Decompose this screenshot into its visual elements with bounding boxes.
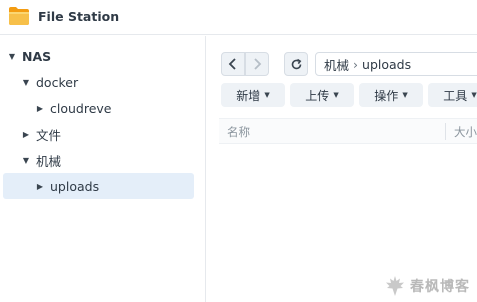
tree-item-nas[interactable]: ▼ NAS — [6, 43, 196, 69]
new-button[interactable]: 新增 ▼ — [221, 83, 285, 107]
caret-down-icon[interactable]: ▼ — [20, 78, 32, 87]
path-bar[interactable]: 机械 › uploads — [315, 52, 477, 76]
dropdown-caret-icon: ▼ — [471, 91, 477, 99]
tree-item-docker[interactable]: ▼ docker — [20, 69, 196, 95]
maple-leaf-icon — [386, 276, 404, 296]
refresh-icon — [291, 58, 301, 69]
path-separator-icon: › — [353, 56, 359, 72]
tree-item-uploads[interactable]: ▶ uploads — [3, 173, 194, 199]
chevron-right-icon — [254, 58, 262, 70]
folder-tree-sidebar: ▼ NAS ▼ docker ▶ cloudreve ▶ 文件 ▼ 机械 ▶ u… — [0, 36, 206, 302]
dropdown-caret-icon: ▼ — [264, 91, 270, 99]
tools-button[interactable]: 工具 ▼ — [428, 83, 477, 107]
tree-item-label: uploads — [50, 178, 100, 194]
tree-item-label: 文件 — [36, 127, 62, 143]
back-button[interactable] — [221, 52, 245, 76]
tree-item-label: 机械 — [36, 153, 62, 169]
tree-item-files[interactable]: ▶ 文件 — [20, 121, 196, 147]
tree-item-mechanical[interactable]: ▼ 机械 — [20, 147, 196, 173]
dropdown-caret-icon: ▼ — [333, 91, 339, 99]
caret-right-icon[interactable]: ▶ — [20, 130, 32, 139]
column-resize-handle[interactable] — [445, 123, 446, 140]
file-list-header: 名称 大小 — [219, 118, 477, 144]
caret-right-icon[interactable]: ▶ — [34, 182, 46, 191]
refresh-button[interactable] — [284, 52, 308, 76]
new-button-label: 新增 — [236, 88, 261, 103]
dropdown-caret-icon: ▼ — [402, 91, 408, 99]
tree-item-cloudreve[interactable]: ▶ cloudreve — [34, 95, 196, 121]
file-list-pane: 机械 › uploads 新增 ▼ 上传 ▼ 操作 ▼ 工具 ▼ 名称 大小 — [207, 36, 477, 302]
caret-right-icon[interactable]: ▶ — [34, 104, 46, 113]
folder-icon — [9, 7, 29, 25]
action-button[interactable]: 操作 ▼ — [359, 83, 423, 107]
chevron-left-icon — [228, 58, 236, 70]
column-header-name[interactable]: 名称 — [227, 124, 250, 140]
app-title: File Station — [38, 9, 120, 24]
tree-item-label: docker — [36, 74, 79, 90]
column-header-size[interactable]: 大小 — [454, 124, 477, 140]
forward-button[interactable] — [245, 52, 269, 76]
tree-item-label: cloudreve — [50, 100, 112, 116]
upload-button[interactable]: 上传 ▼ — [290, 83, 354, 107]
path-segment[interactable]: uploads — [362, 57, 411, 72]
watermark-text: 春枫博客 — [410, 279, 470, 295]
watermark: 春枫博客 — [384, 274, 470, 298]
file-station-window: File Station ▼ NAS ▼ docker ▶ cloudreve … — [0, 0, 477, 302]
tools-button-label: 工具 — [443, 88, 468, 103]
path-segment[interactable]: 机械 — [324, 55, 349, 74]
action-button-label: 操作 — [374, 88, 399, 103]
title-bar: File Station — [0, 0, 477, 35]
upload-button-label: 上传 — [305, 88, 330, 103]
caret-down-icon[interactable]: ▼ — [20, 156, 32, 165]
tree-item-label: NAS — [22, 48, 52, 64]
caret-down-icon[interactable]: ▼ — [6, 52, 18, 61]
